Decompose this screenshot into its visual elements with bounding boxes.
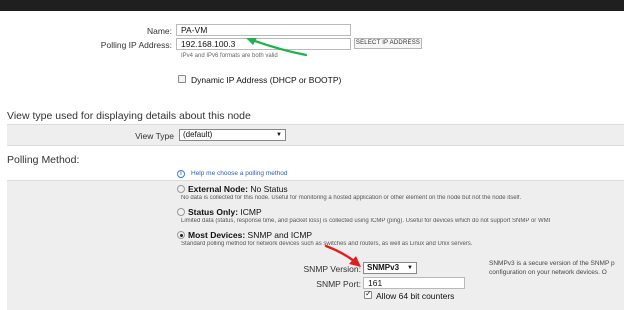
chevron-down-icon: ▼	[407, 265, 413, 271]
snmp-version-label: SNMP Version:	[303, 264, 361, 274]
dynamic-ip-checkbox[interactable]	[178, 75, 186, 83]
view-type-select[interactable]: (default) ▼	[179, 129, 286, 141]
name-input[interactable]: PA-VM	[176, 24, 351, 36]
snmpv3-note-line2: configuration on your network devices. O	[489, 269, 607, 276]
polling-help-link[interactable]: Help me choose a polling method	[191, 170, 287, 177]
snmp-version-select[interactable]: SNMPv3 ▼	[363, 262, 417, 274]
allow-64bit-counters-label: Allow 64 bit counters	[376, 291, 455, 301]
green-annotation-arrow-icon	[246, 38, 308, 57]
chevron-down-icon: ▼	[276, 132, 282, 138]
view-type-panel	[7, 124, 624, 146]
info-icon: i	[177, 170, 185, 178]
select-ip-address-button[interactable]: SELECT IP ADDRESS	[354, 38, 422, 49]
view-type-section-title: View type used for displaying details ab…	[7, 110, 251, 122]
option-most-devices-desc: Standard polling method for network devi…	[181, 241, 473, 247]
option-status-only-desc: Limited data (status, response time, and…	[181, 218, 551, 224]
snmpv3-note: SNMPv3 is a secure version of the SNMP p…	[489, 259, 624, 277]
top-dark-bar	[0, 0, 624, 11]
snmpv3-note-line1: SNMPv3 is a secure version of the SNMP p	[489, 260, 615, 267]
snmp-port-input[interactable]: 161	[363, 277, 465, 289]
radio-status-only[interactable]	[177, 208, 185, 216]
radio-external-node[interactable]	[177, 185, 185, 193]
option-external-node-title: External Node: No Status	[188, 184, 288, 194]
view-type-selected-value: (default)	[183, 130, 213, 139]
view-type-label: View Type	[135, 131, 174, 141]
option-status-only-title: Status Only: ICMP	[188, 207, 262, 217]
option-external-node-desc: No data is collected for this node. Usef…	[181, 195, 522, 201]
name-label: Name:	[146, 26, 172, 36]
dynamic-ip-label: Dynamic IP Address (DHCP or BOOTP)	[191, 75, 342, 85]
allow-64bit-counters-checkbox[interactable]	[364, 289, 372, 299]
snmp-port-label: SNMP Port:	[316, 279, 361, 289]
polling-ip-label: Polling IP Address:	[100, 40, 172, 50]
polling-method-title: Polling Method:	[7, 154, 80, 166]
radio-most-devices[interactable]	[177, 231, 185, 239]
option-most-devices-title: Most Devices: SNMP and ICMP	[188, 230, 313, 240]
snmp-version-selected-value: SNMPv3	[367, 263, 400, 272]
